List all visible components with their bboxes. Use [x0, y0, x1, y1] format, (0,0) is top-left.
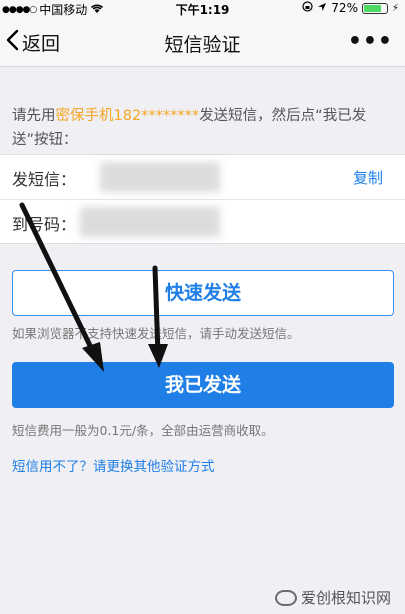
copy-button[interactable]: 复制 — [353, 167, 383, 188]
watermark-logo-icon — [274, 589, 297, 606]
status-bar: ●●●●○ 中国移动 下午1:19 72% ⚡ — [0, 0, 405, 17]
charging-icon: ⚡ — [391, 2, 399, 14]
battery-percent: 72% — [331, 1, 358, 15]
location-icon — [317, 1, 327, 15]
security-phone-label: 密保手机182******** — [55, 108, 200, 124]
status-right: 72% ⚡ — [302, 1, 399, 15]
sms-content-row: 发短信： 复制 — [0, 155, 405, 200]
instruction-text: 请先用密保手机182********发送短信，然后点“我已发送”按钮： — [12, 104, 394, 152]
quick-send-hint: 如果浏览器不支持快速发送短信，请手动发送短信。 — [12, 326, 300, 341]
watermark: 爱创根知识网 — [274, 587, 391, 608]
page-title: 短信验证 — [164, 34, 241, 56]
i-have-sent-button[interactable]: 我已发送 — [12, 362, 394, 408]
rotation-lock-icon — [302, 1, 313, 15]
sms-info-panel: 发短信： 复制 到号码： — [0, 154, 405, 244]
watermark-text: 爱创根知识网 — [300, 589, 391, 607]
redacted-sms-content — [100, 162, 220, 192]
quick-send-button[interactable]: 快速发送 — [12, 270, 394, 316]
more-menu-button[interactable]: ••• — [348, 29, 393, 54]
battery-icon — [361, 2, 388, 14]
target-number-label: 到号码： — [12, 215, 77, 234]
sms-content-label: 发短信： — [12, 170, 77, 189]
redacted-target-number — [80, 207, 220, 237]
navigation-bar: 返回 短信验证 ••• — [0, 17, 405, 67]
alternative-verification-link[interactable]: 短信用不了？请更换其他验证方式 — [12, 455, 215, 475]
instruction-prefix: 请先用 — [12, 108, 56, 124]
target-number-row: 到号码： — [0, 200, 405, 244]
sms-fee-hint: 短信费用一般为0.1元/条，全部由运营商收取。 — [12, 423, 274, 438]
